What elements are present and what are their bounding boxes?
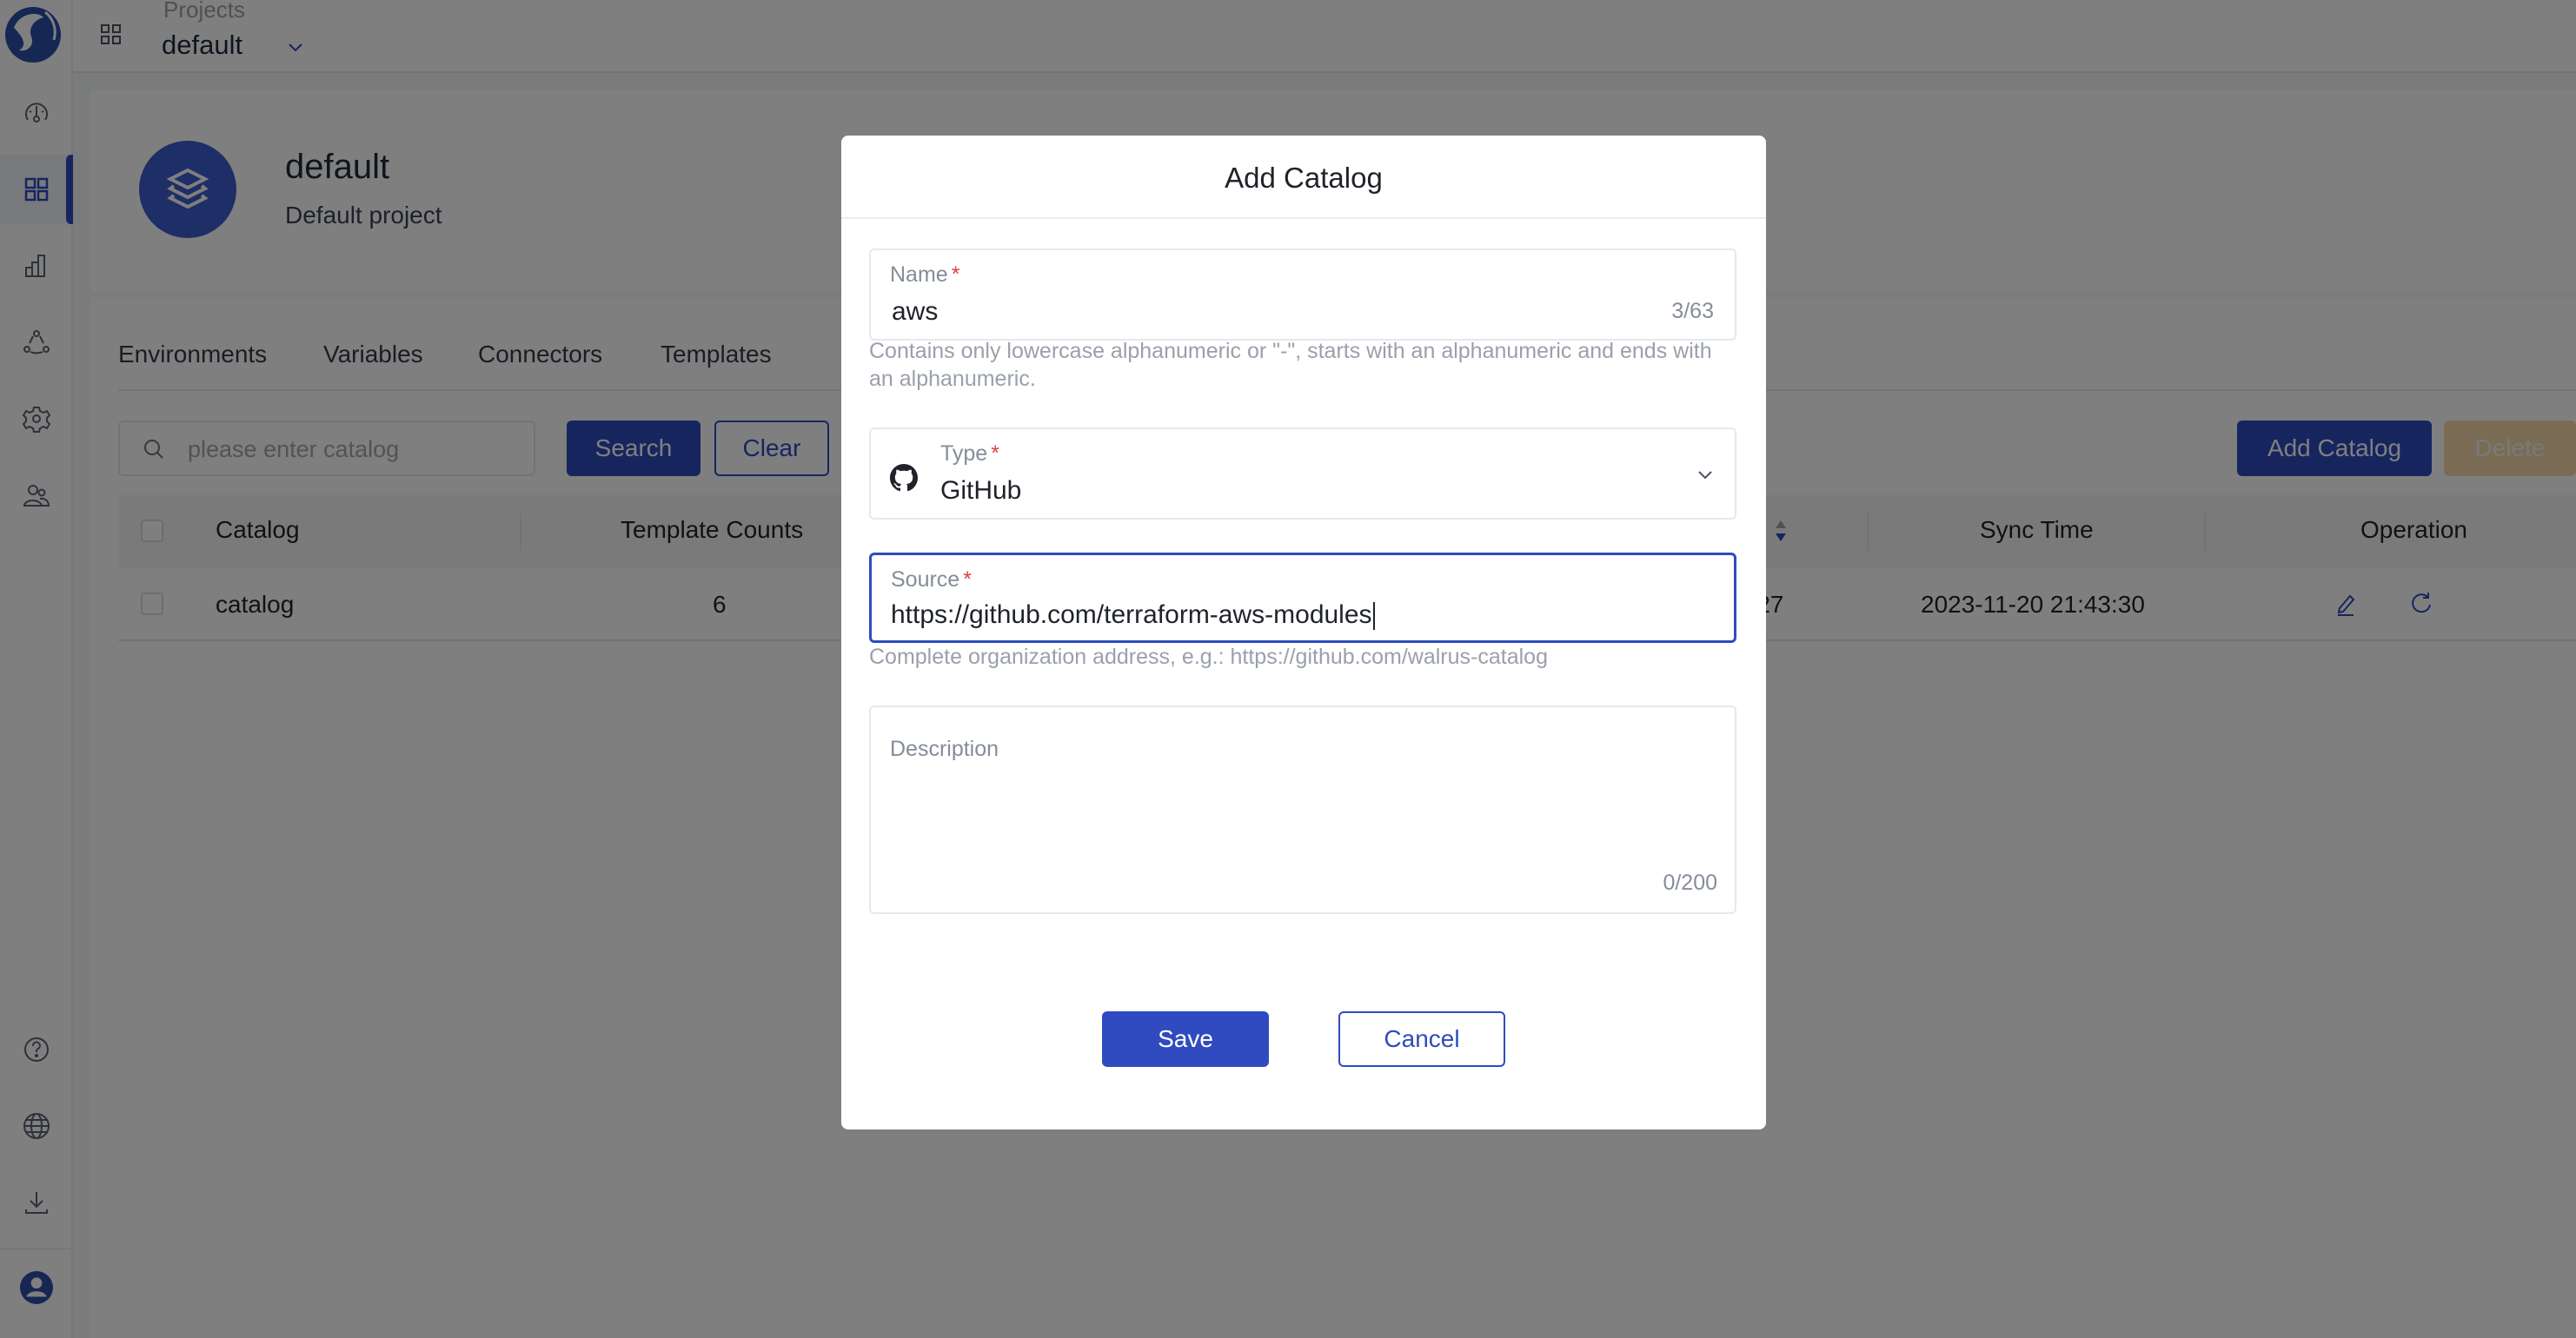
- name-label-text: Name: [890, 262, 948, 287]
- name-input-value[interactable]: aws: [892, 297, 938, 327]
- name-hint: Contains only lowercase alphanumeric or …: [869, 339, 1712, 391]
- description-label: Description: [890, 737, 999, 761]
- source-label-text: Source: [891, 567, 960, 592]
- type-label-text: Type: [940, 441, 988, 466]
- type-selected-value: GitHub: [940, 476, 1022, 505]
- type-label: Type *: [940, 441, 999, 467]
- required-marker: *: [963, 567, 972, 592]
- source-label: Source *: [891, 567, 972, 593]
- text-caret: [1372, 602, 1375, 631]
- github-icon: [890, 464, 918, 492]
- name-label: Name *: [890, 262, 959, 288]
- modal-divider: [841, 217, 1766, 219]
- save-button[interactable]: Save: [1102, 1011, 1269, 1067]
- description-char-count: 0/200: [1663, 871, 1717, 895]
- modal-title: Add Catalog: [1225, 162, 1383, 194]
- chevron-down-icon[interactable]: [1695, 464, 1716, 485]
- source-field[interactable]: Source * https://github.com/terraform-aws…: [869, 553, 1736, 643]
- description-textarea[interactable]: Description 0/200: [869, 705, 1736, 914]
- source-input-value[interactable]: https://github.com/terraform-aws-modules: [891, 600, 1375, 631]
- required-marker: *: [991, 441, 999, 466]
- cancel-button[interactable]: Cancel: [1338, 1011, 1505, 1067]
- name-char-count: 3/63: [1671, 299, 1714, 323]
- source-hint: Complete organization address, e.g.: htt…: [869, 645, 1548, 669]
- add-catalog-modal: Add Catalog Name * aws 3/63 Contains only…: [841, 136, 1766, 1129]
- required-marker: *: [951, 262, 960, 287]
- type-select[interactable]: Type * GitHub: [869, 427, 1736, 520]
- name-field[interactable]: Name * aws 3/63: [869, 248, 1736, 341]
- source-input-text: https://github.com/terraform-aws-modules: [891, 600, 1372, 629]
